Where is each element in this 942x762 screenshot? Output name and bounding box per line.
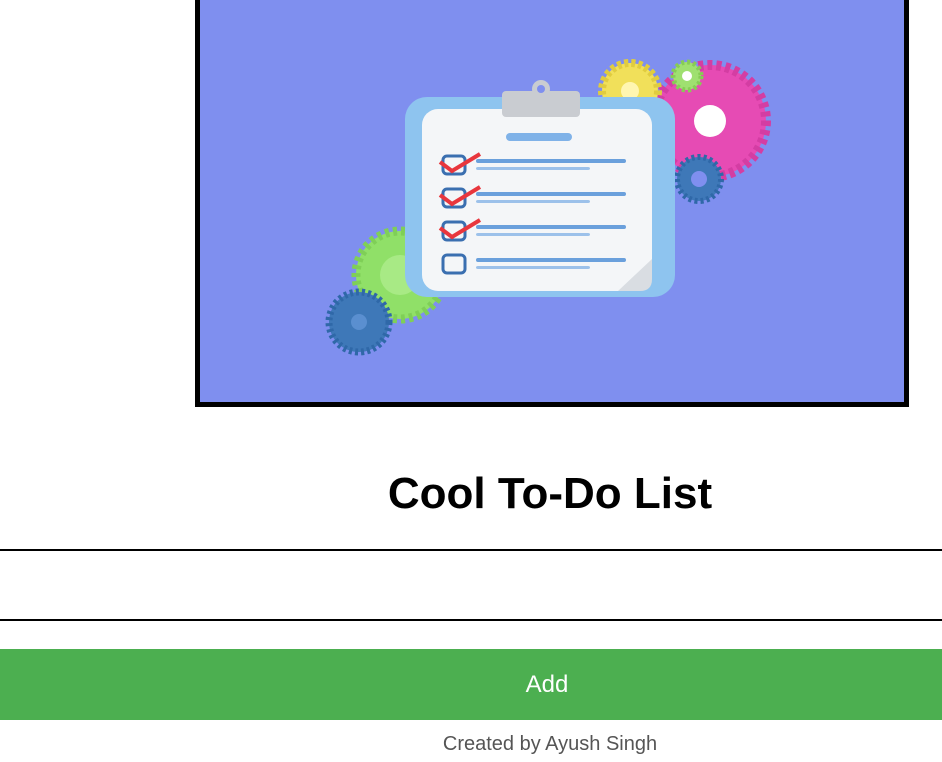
- task-input[interactable]: [0, 549, 942, 621]
- hero-image: [195, 0, 909, 407]
- clipboard-checklist-illustration: [200, 0, 904, 402]
- page-title: Cool To-Do List: [387, 469, 713, 518]
- small-green-gear-icon: [670, 59, 704, 93]
- footer-credit: Created by Ayush Singh: [442, 733, 658, 755]
- add-button[interactable]: Add: [0, 649, 942, 720]
- blue-gear-left-icon: [325, 288, 393, 356]
- blue-gear-right-icon: [674, 154, 724, 204]
